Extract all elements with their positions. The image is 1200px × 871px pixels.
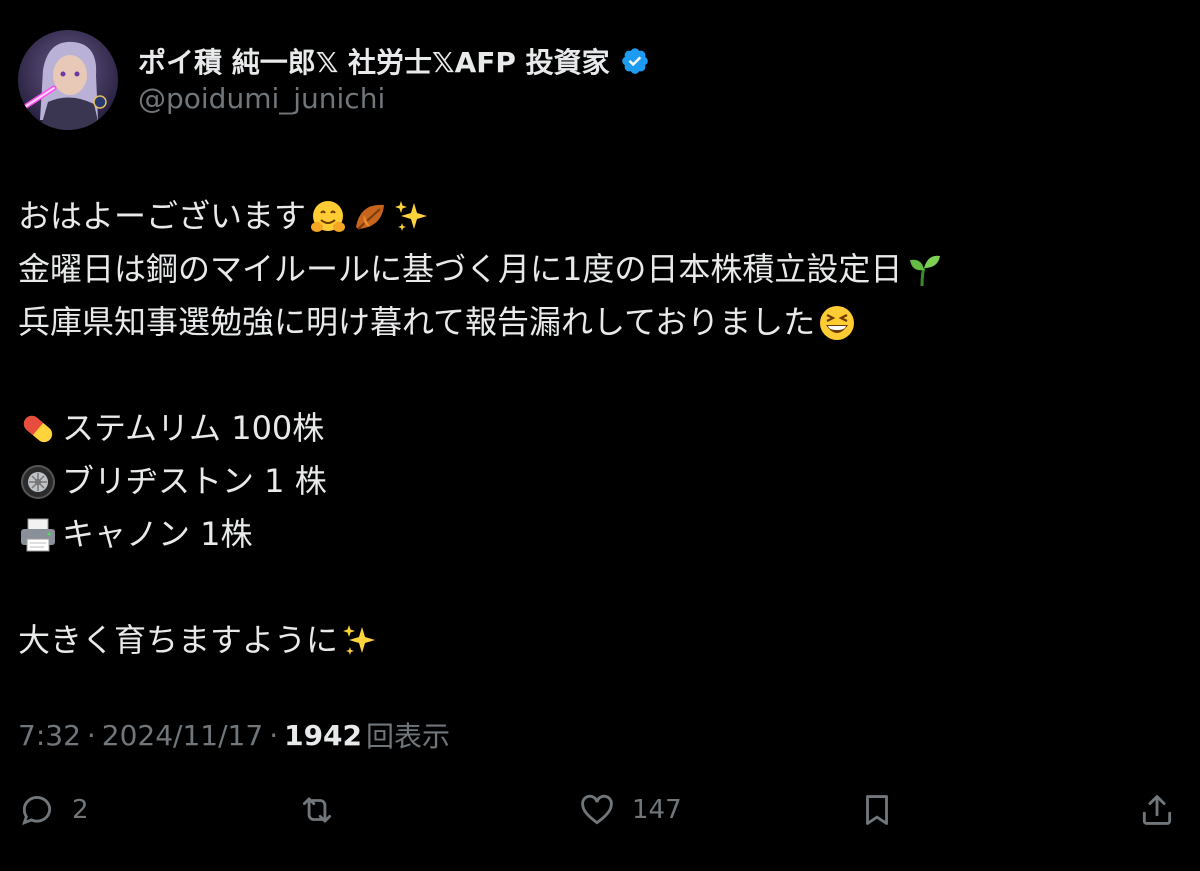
heart-icon: [581, 794, 613, 825]
bookmark-icon: [866, 795, 888, 825]
meta-separator: ·: [269, 718, 279, 752]
tweet-line-text: 金曜日は鋼のマイルールに基づく月に1度の日本株積立設定日: [18, 250, 903, 288]
tweet-line-text: おはよーございます: [18, 197, 307, 235]
tweet-line-text: 兵庫県知事選勉強に明け暮れて報告漏れしておりました: [18, 303, 816, 341]
like-button[interactable]: 147: [578, 782, 682, 838]
tweet-line: ステムリム 100株: [18, 402, 1178, 455]
reply-icon: [22, 796, 52, 826]
printer-icon: [18, 515, 58, 555]
hugging-face-icon: [308, 197, 348, 237]
repost-button[interactable]: [298, 782, 336, 838]
repost-icon: [302, 797, 332, 823]
tweet-line: おはよーございます: [18, 190, 1178, 243]
seedling-icon: [904, 250, 944, 290]
views-count[interactable]: 1942: [284, 719, 362, 752]
sparkles-icon: [340, 621, 380, 661]
tweet-actions: 2 147: [18, 782, 1182, 838]
tweet-line: 兵庫県知事選勉強に明け暮れて報告漏れしておりました: [18, 296, 1178, 349]
author-handle[interactable]: @poidumi_junichi: [138, 82, 385, 115]
author-display-name[interactable]: ポイ積 純一郎𝕏 社労士𝕏AFP 投資家: [138, 41, 610, 81]
tweet-line: 大きく育ちますように: [18, 614, 1178, 667]
pill-icon: [18, 409, 58, 449]
bookmark-button[interactable]: [858, 782, 896, 838]
meta-separator: ·: [86, 718, 96, 752]
author-name-row[interactable]: ポイ積 純一郎𝕏 社労士𝕏AFP 投資家: [138, 40, 650, 82]
share-button[interactable]: [1138, 782, 1176, 838]
grinning-squinting-face-icon: [817, 303, 857, 343]
tweet-line: ブリヂストン 1 株: [18, 455, 1178, 508]
share-icon: [1142, 795, 1172, 825]
like-count: 147: [632, 795, 682, 825]
tweet-line: キャノン 1株: [18, 508, 1178, 561]
reply-count: 2: [72, 795, 89, 825]
tweet-meta: 7:32 · 2024/11/17 · 1942 回表示: [18, 715, 450, 755]
views-label[interactable]: 回表示: [366, 715, 450, 755]
tweet-date[interactable]: 2024/11/17: [102, 719, 263, 752]
sparkles-icon: [392, 197, 432, 237]
fallen-leaf-icon: [350, 197, 390, 237]
verified-badge-icon[interactable]: [620, 46, 650, 76]
tweet-line-text: ブリヂストン 1 株: [62, 462, 327, 500]
avatar-image: [18, 30, 118, 130]
tweet-line-text: ステムリム 100株: [62, 409, 325, 447]
tweet-line-text: キャノン 1株: [62, 515, 253, 553]
reply-button[interactable]: 2: [18, 782, 89, 838]
avatar[interactable]: [18, 30, 118, 130]
tweet-line: 金曜日は鋼のマイルールに基づく月に1度の日本株積立設定日: [18, 243, 1178, 296]
tweet-text: おはよーございます 金曜日は鋼のマイルールに基づく月に1度の日本株積立設定日 兵…: [18, 190, 1178, 667]
wheel-icon: [18, 462, 58, 502]
tweet-time[interactable]: 7:32: [18, 719, 81, 752]
tweet-line-text: 大きく育ちますように: [18, 621, 339, 659]
